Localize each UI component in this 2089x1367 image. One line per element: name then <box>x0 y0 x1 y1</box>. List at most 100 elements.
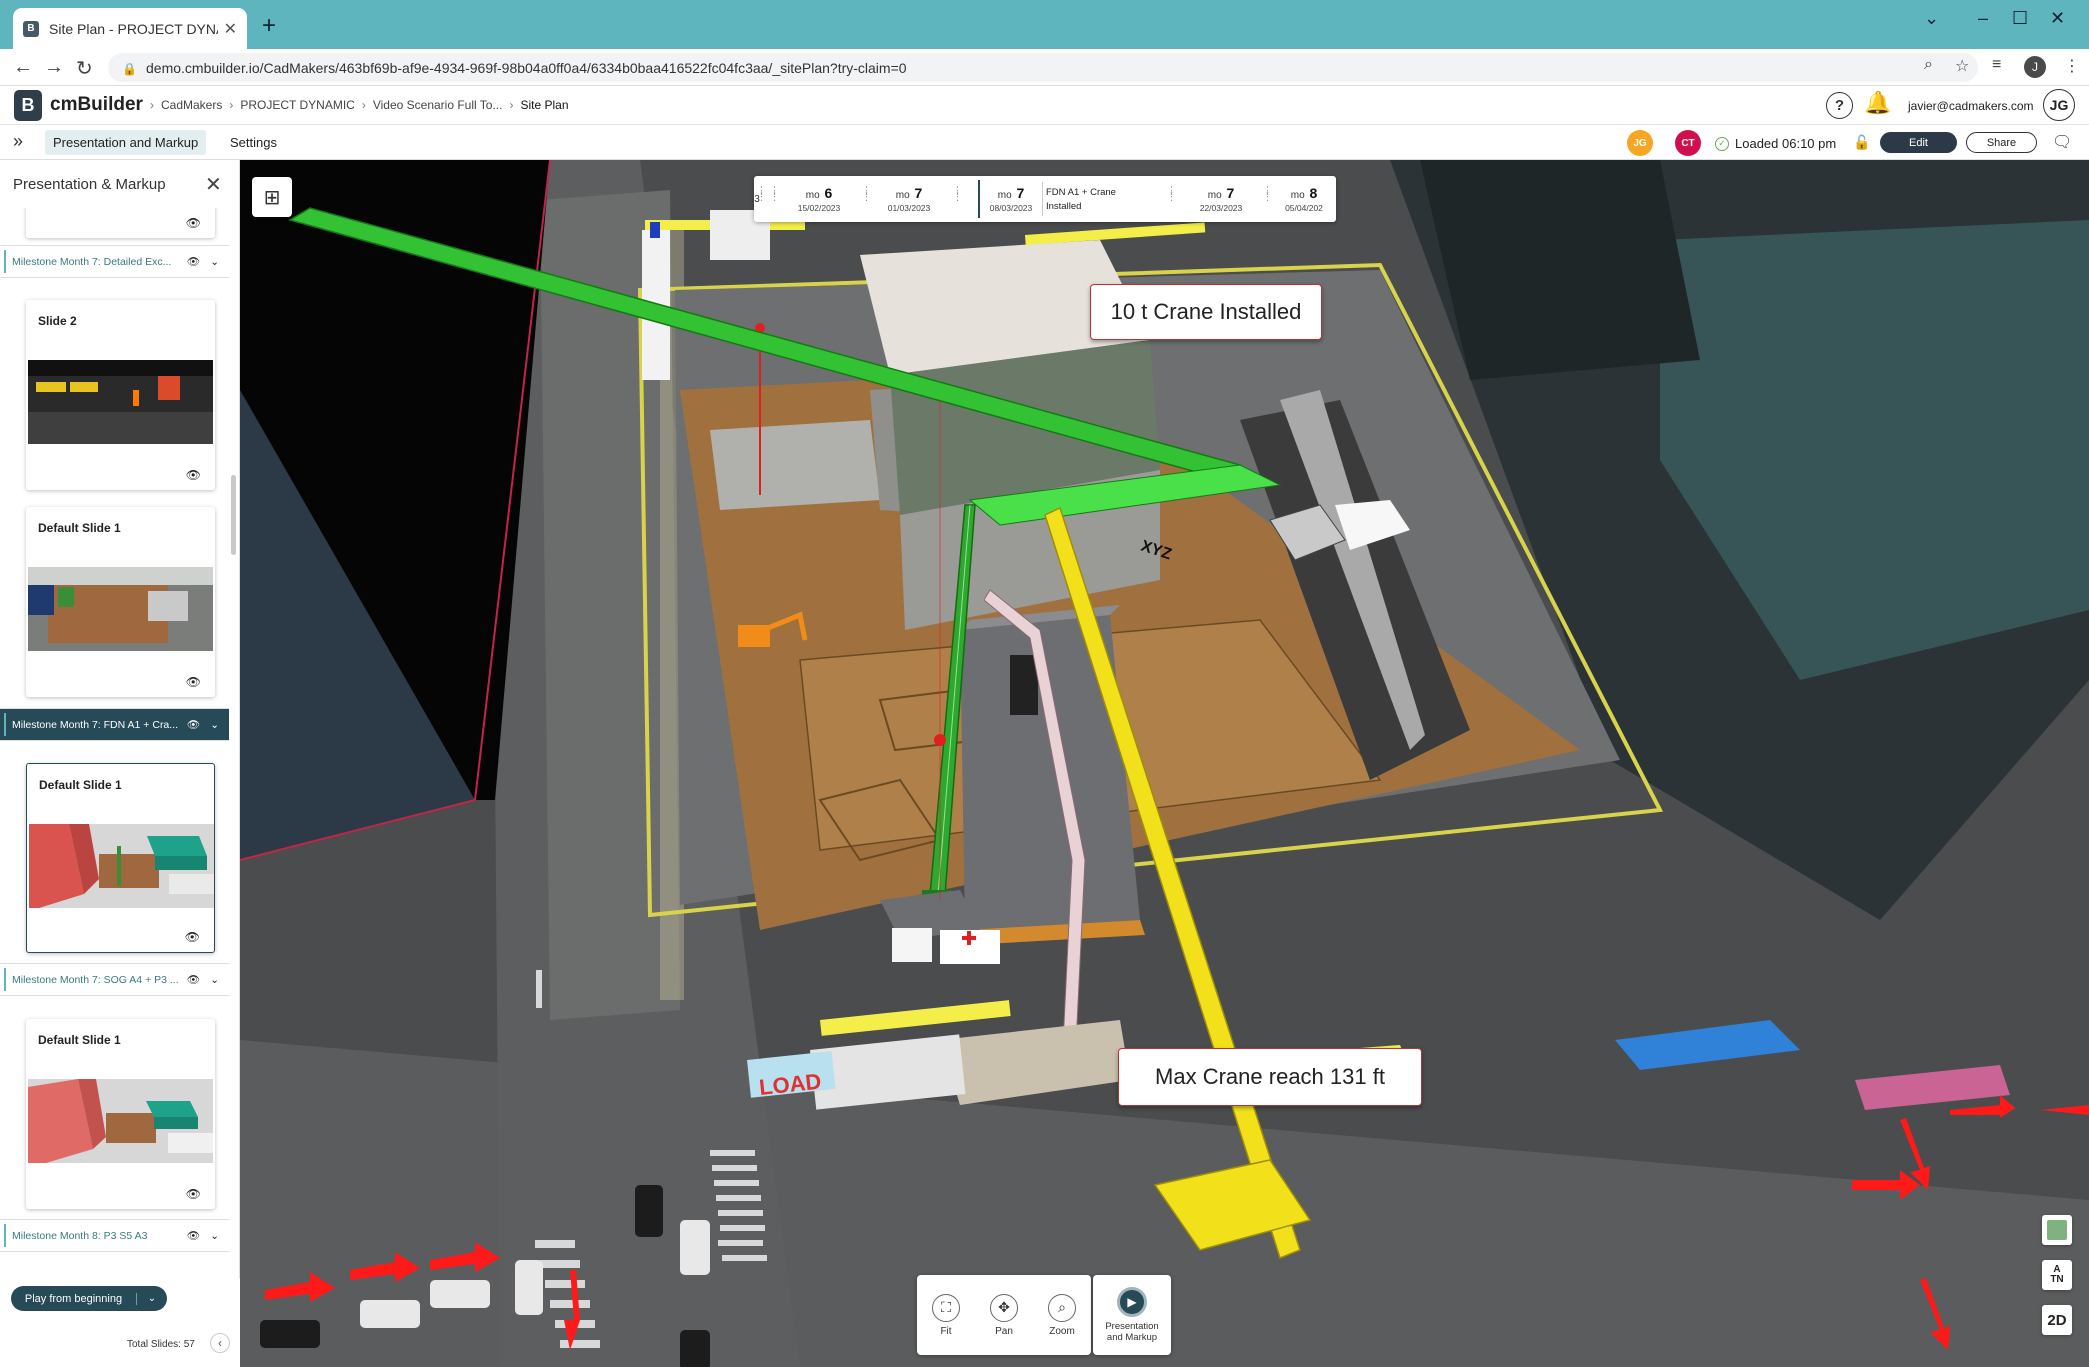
fit-button[interactable]: ⛶ Fit <box>932 1293 960 1337</box>
timeline-item[interactable]: mo 7 22/03/2023 <box>1186 176 1256 222</box>
slide-thumbnail <box>29 824 214 908</box>
user-avatar[interactable]: JG <box>2043 89 2075 121</box>
map-layer-button[interactable] <box>2042 1215 2072 1245</box>
crane-load-marker <box>934 734 946 746</box>
user-email: javier@cadmakers.com <box>1908 99 2034 113</box>
slide-title: Slide 2 <box>38 314 77 328</box>
eye-icon[interactable]: 👁 <box>187 255 200 268</box>
edit-button[interactable]: Edit <box>1880 132 1957 153</box>
help-icon[interactable]: ? <box>1826 92 1853 119</box>
eye-icon[interactable]: 👁 <box>186 468 201 482</box>
lock-icon[interactable]: 🔓 <box>1853 134 1870 151</box>
view-mode-toggle[interactable]: 2D <box>2042 1305 2072 1335</box>
pan-button[interactable]: ✥ Pan <box>990 1293 1018 1337</box>
total-slides: Total Slides: 57 <box>127 1339 195 1350</box>
timeline-month-number: 8 <box>1309 185 1318 201</box>
zoom-page-icon[interactable]: ⌕ <box>1924 56 1933 74</box>
close-panel-icon[interactable]: ✕ <box>205 172 222 197</box>
timeline-item-active[interactable]: mo 7 08/03/2023 FDN A1 + Crane Installed… <box>978 180 1177 218</box>
chevron-down-icon[interactable]: ⌄ <box>210 256 219 268</box>
browser-tab[interactable]: B Site Plan - PROJECT DYNAMIC | c ✕ <box>13 8 247 49</box>
drag-handle-icon[interactable]: ⋮ ⋮ <box>1262 186 1273 203</box>
slide-card[interactable]: Default Slide 1 👁 <box>26 1019 215 1209</box>
chevron-down-icon[interactable]: ⌄ <box>210 1230 219 1242</box>
timeline-item[interactable]: mo 6 15/02/2023 <box>784 176 854 222</box>
chevron-down-icon[interactable]: ⌄ <box>210 974 219 986</box>
eye-icon[interactable]: 👁 <box>186 216 201 230</box>
timeline-date: 01/03/2023 <box>887 203 931 213</box>
timeline-item[interactable]: mo 7 01/03/2023 <box>874 176 944 222</box>
timeline-item-partial[interactable]: 3 <box>754 176 760 222</box>
minimize-icon[interactable]: – <box>1978 8 1988 29</box>
breadcrumb-item[interactable]: CadMakers <box>161 98 222 112</box>
tab-search-icon[interactable]: ⌄ <box>1924 8 1939 29</box>
eye-icon[interactable]: 👁 <box>186 675 201 689</box>
presentation-markup-button[interactable]: ▶ Presentation and Markup <box>1093 1275 1171 1355</box>
callout-crane-installed[interactable]: 10 t Crane Installed <box>1090 284 1322 340</box>
slide-card[interactable]: 👁 <box>26 208 215 238</box>
notifications-bell-icon[interactable]: 🔔 <box>1864 90 1891 116</box>
map-layer-icon <box>2047 1220 2067 1240</box>
tab-presentation-and-markup[interactable]: Presentation and Markup <box>45 130 207 155</box>
reload-icon[interactable]: ↻ <box>76 56 93 81</box>
excavator <box>738 625 770 647</box>
forward-icon[interactable]: → <box>44 56 64 79</box>
play-from-beginning-button[interactable]: Play from beginning ⌄ <box>11 1286 167 1311</box>
milestone-row[interactable]: Milestone Month 8: P3 S5 A3 👁 ⌄ <box>0 1219 229 1252</box>
zoom-icon: ⌕ <box>1048 1293 1076 1322</box>
drag-handle-icon[interactable]: ⋮ ⋮ <box>1166 186 1177 203</box>
play-button-label[interactable]: Play from beginning <box>11 1292 137 1305</box>
profile-avatar[interactable]: J <box>2024 56 2046 78</box>
eye-icon[interactable]: 👁 <box>187 973 200 986</box>
3d-viewport[interactable]: XYZ LOAD ⊞ ⋮ ⋮ 3 ⋮ ⋮ mo 6 15/02/2023 ⋮ ⋮… <box>240 160 2089 1367</box>
reading-list-icon[interactable]: ≡ <box>1992 56 2001 74</box>
callout-crane-reach[interactable]: Max Crane reach 131 ft <box>1118 1048 1422 1106</box>
eye-icon[interactable]: 👁 <box>187 718 200 731</box>
model-tree-icon[interactable]: ⊞ <box>252 177 292 217</box>
zoom-button[interactable]: ⌕ Zoom <box>1048 1293 1076 1337</box>
cmbuilder-logo-icon[interactable]: B <box>14 90 42 121</box>
collapse-panel-icon[interactable]: ‹ <box>210 1333 230 1353</box>
timeline-date: 08/03/2023 <box>989 203 1033 213</box>
maximize-icon[interactable]: ☐ <box>2012 8 2028 29</box>
site-scene: XYZ LOAD <box>240 160 2089 1367</box>
slides-list[interactable]: 👁 Milestone Month 7: Detailed Exc... 👁 ⌄ … <box>0 208 229 1278</box>
back-icon[interactable]: ← <box>13 56 33 79</box>
expand-panel-icon[interactable]: » <box>13 131 23 152</box>
milestone-row[interactable]: Milestone Month 7: SOG A4 + P3 ... 👁 ⌄ <box>0 963 229 996</box>
app-toolbar: » Presentation and Markup Settings JG CT… <box>0 125 2089 160</box>
tab-settings[interactable]: Settings <box>222 130 285 155</box>
comments-icon[interactable]: 🗨 <box>2052 132 2072 152</box>
drag-handle-icon[interactable]: ⋮ ⋮ <box>952 186 963 203</box>
timeline-item[interactable]: mo 8 05/04/202 <box>1274 176 1334 222</box>
chevron-right-icon: › <box>229 98 234 112</box>
navigation-tools: ⛶ Fit ✥ Pan ⌕ Zoom <box>917 1275 1091 1355</box>
close-window-icon[interactable]: ✕ <box>2050 8 2065 29</box>
slide-card[interactable]: Slide 2 👁 <box>26 300 215 490</box>
milestone-timeline[interactable]: ⋮ ⋮ 3 ⋮ ⋮ mo 6 15/02/2023 ⋮ ⋮ mo 7 01/03/20… <box>754 176 1336 222</box>
new-tab-icon[interactable]: + <box>262 12 276 40</box>
drag-handle-icon[interactable]: ⋮ ⋮ <box>861 186 872 203</box>
close-tab-icon[interactable]: ✕ <box>224 19 237 39</box>
chevron-down-icon[interactable]: ⌄ <box>137 1293 167 1304</box>
first-aid-cross <box>967 931 971 945</box>
bookmark-star-icon[interactable]: ☆ <box>1955 56 1969 76</box>
collaborator-avatar[interactable]: JG <box>1627 130 1653 156</box>
milestone-row[interactable]: Milestone Month 7: Detailed Exc... 👁 ⌄ <box>0 245 229 278</box>
slide-card-selected[interactable]: Default Slide 1 👁 <box>26 763 215 953</box>
milestone-row-active[interactable]: Milestone Month 7: FDN A1 + Cra... 👁 ⌄ <box>0 708 229 741</box>
collaborator-avatar[interactable]: CT <box>1675 130 1701 156</box>
eye-icon[interactable]: 👁 <box>186 1187 201 1201</box>
url-input[interactable]: 🔒 demo.cmbuilder.io/CadMakers/463bf69b-a… <box>108 53 1978 82</box>
drag-handle-icon[interactable]: ⋮ ⋮ <box>769 186 780 203</box>
chevron-down-icon[interactable]: ⌄ <box>210 719 219 731</box>
breadcrumb-item[interactable]: Video Scenario Full To... <box>373 98 503 112</box>
eye-icon[interactable]: 👁 <box>187 1229 200 1242</box>
breadcrumb-item[interactable]: PROJECT DYNAMIC <box>240 98 354 112</box>
slide-card[interactable]: Default Slide 1 👁 <box>26 507 215 697</box>
panel-scrollbar[interactable] <box>231 475 236 555</box>
browser-menu-icon[interactable]: ⋮ <box>2064 56 2080 76</box>
share-button[interactable]: Share <box>1966 132 2037 153</box>
eye-icon[interactable]: 👁 <box>185 930 200 944</box>
north-compass-button[interactable]: A TN <box>2042 1260 2072 1290</box>
